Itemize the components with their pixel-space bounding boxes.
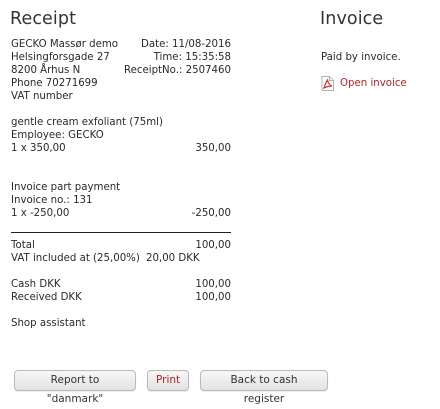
paid-by-invoice-text: Paid by invoice. [321, 52, 401, 63]
item-name: gentle cream exfoliant (75ml) [11, 117, 163, 128]
invoice-part-label: Invoice part payment [11, 182, 121, 193]
pdf-icon[interactable] [321, 76, 334, 91]
invoice-part-amount: -250,00 [191, 208, 231, 219]
total-value: 100,00 [195, 240, 231, 251]
store-name: GECKO Massør demo [11, 39, 119, 50]
item-amount: 350,00 [195, 143, 231, 154]
print-button[interactable]: Print [147, 370, 189, 391]
store-vat: VAT number [11, 91, 73, 102]
receipt-date: Date: 11/08-2016 [141, 39, 231, 50]
invoice-part-number: Invoice no.: 131 [11, 195, 93, 206]
open-invoice-link[interactable]: Open invoice [340, 77, 407, 90]
vat-line: VAT included at (25,00%) [11, 253, 140, 264]
received-label: Received DKK [11, 292, 82, 303]
store-street: Helsingforsgade 27 [11, 52, 110, 63]
item-qty-price: 1 x 350,00 [11, 143, 66, 154]
receipt-title: Receipt [10, 9, 77, 29]
invoice-title: Invoice [320, 9, 384, 29]
store-phone: Phone 70271699 [11, 78, 98, 89]
shop-assistant: Shop assistant [11, 318, 86, 329]
vat-value: 20,00 DKK [146, 253, 200, 264]
invoice-part-qty-price: 1 x -250,00 [11, 208, 70, 219]
report-button[interactable]: Report to "danmark" [14, 370, 136, 405]
cash-label: Cash DKK [11, 279, 61, 290]
receipt-number: ReceiptNo.: 2507460 [123, 65, 231, 76]
item-employee: Employee: GECKO [11, 130, 104, 141]
total-divider [11, 232, 231, 233]
back-to-cash-register-button[interactable]: Back to cash register [200, 370, 328, 405]
received-value: 100,00 [195, 292, 231, 303]
cash-value: 100,00 [195, 279, 231, 290]
total-label: Total [11, 240, 35, 251]
receipt-time: Time: 15:35:58 [153, 52, 231, 63]
store-city: 8200 Århus N [11, 65, 81, 76]
